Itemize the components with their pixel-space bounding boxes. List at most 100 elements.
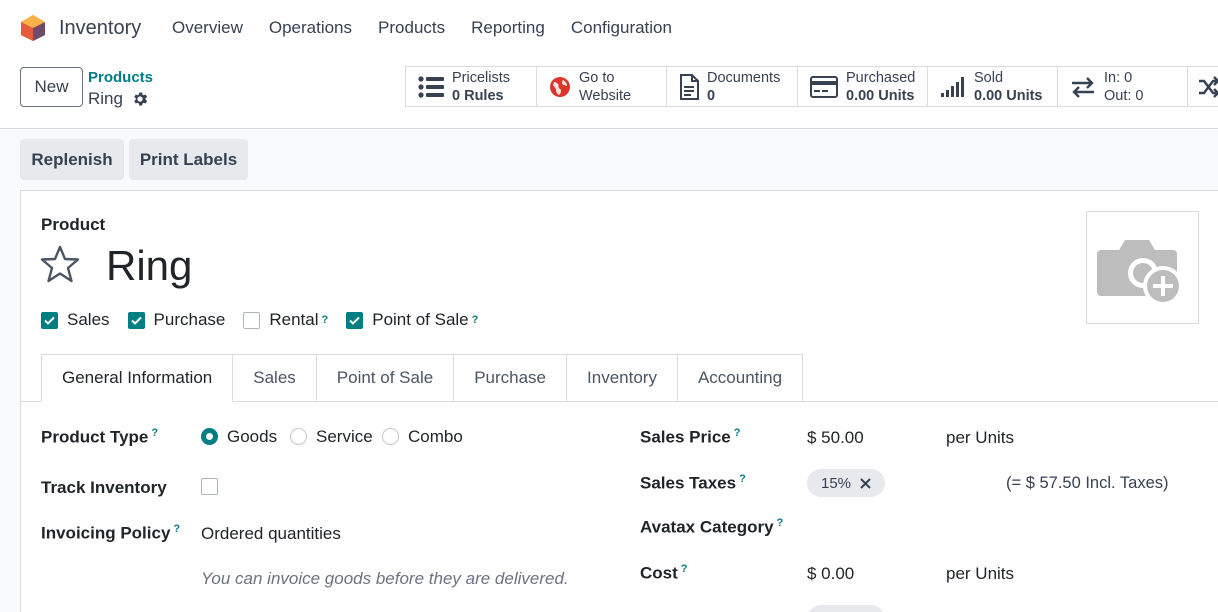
purchase-checkbox[interactable]: Purchase (127, 310, 226, 330)
camera-add-icon (1097, 240, 1183, 306)
sales-taxes-label: Sales Taxes? (640, 473, 746, 494)
tab-purchase[interactable]: Purchase (454, 354, 568, 402)
combo-label: Combo (408, 427, 463, 446)
rental-checkbox[interactable]: Rental ? (243, 310, 328, 330)
in-out-button[interactable]: In: 0 Out: 0 (1058, 67, 1188, 106)
sales-taxes-label-text: Sales Taxes (640, 473, 737, 493)
sales-price-label-text: Sales Price (640, 427, 731, 447)
globe-icon (550, 76, 570, 97)
gear-icon[interactable] (131, 90, 149, 108)
sold-button[interactable]: Sold 0.00 Units (928, 67, 1058, 106)
help-icon[interactable]: ? (173, 523, 180, 535)
routes-button[interactable] (1188, 67, 1218, 106)
form-tabs: General Information Sales Point of Sale … (41, 354, 804, 402)
shuffle-icon (1199, 75, 1218, 98)
help-icon[interactable]: ? (322, 314, 329, 326)
in-label: In: 0 (1104, 69, 1133, 86)
tab-inventory[interactable]: Inventory (567, 354, 678, 402)
tax-tag[interactable]: 15% (807, 469, 886, 497)
product-header-label: Product (41, 215, 106, 234)
sales-checkbox[interactable]: Sales (41, 310, 110, 330)
menu-overview[interactable]: Overview (172, 18, 243, 38)
cost-unit: per Units (946, 564, 1015, 583)
check-icon (41, 311, 58, 329)
pos-checkbox[interactable]: Point of Sale ? (346, 310, 478, 330)
menu-operations[interactable]: Operations (269, 18, 352, 38)
documents-button[interactable]: Documents 0 (667, 67, 798, 106)
close-icon[interactable] (860, 477, 871, 489)
cost-label: Cost? (640, 563, 688, 584)
purchased-label: Purchased (846, 69, 916, 86)
invoicing-policy-label-text: Invoicing Policy (41, 523, 171, 543)
help-icon[interactable]: ? (734, 427, 741, 439)
product-name[interactable]: Ring (106, 242, 192, 290)
product-type-service[interactable]: Service (290, 427, 373, 447)
website-value: Website (579, 87, 632, 104)
pricelists-value: 0 Rules (452, 87, 504, 104)
tab-sales[interactable]: Sales (233, 354, 317, 402)
purchased-button[interactable]: Purchased 0.00 Units (798, 67, 928, 106)
track-inventory-label: Track Inventory (41, 478, 167, 497)
product-type-combo[interactable]: Combo (382, 427, 463, 447)
help-icon[interactable]: ? (151, 427, 158, 439)
product-flags: Sales Purchase Rental ? Point of Sale ? (41, 310, 496, 330)
help-icon[interactable]: ? (739, 473, 746, 485)
new-button[interactable]: New (20, 67, 83, 107)
menu-reporting[interactable]: Reporting (471, 18, 545, 38)
check-icon (127, 311, 145, 329)
menu-configuration[interactable]: Configuration (571, 18, 672, 38)
sold-label: Sold (974, 69, 1004, 86)
smart-buttons: Pricelists 0 Rules Go to Website Documen… (405, 66, 1218, 107)
check-icon (346, 311, 364, 329)
pricelists-button[interactable]: Pricelists 0 Rules (406, 67, 537, 106)
avatax-category-label: Avatax Category? (640, 517, 783, 538)
tab-point-of-sale[interactable]: Point of Sale (316, 354, 455, 402)
tax-tag-label: 15% (821, 474, 852, 492)
breadcrumb-products[interactable]: Products (88, 69, 153, 86)
print-labels-button[interactable]: Print Labels (129, 139, 248, 180)
sales-price-value[interactable]: $ 50.00 (807, 428, 864, 448)
exchange-icon (1072, 76, 1094, 98)
document-icon (680, 73, 699, 100)
cost-label-text: Cost (640, 563, 678, 583)
breadcrumb-current-label: Ring (88, 89, 123, 108)
cost-value[interactable]: $ 0.00 (807, 564, 854, 584)
tab-accounting[interactable]: Accounting (677, 354, 804, 402)
invoicing-policy-hint: You can invoice goods before they are de… (201, 569, 569, 588)
invoicing-policy-value[interactable]: Ordered quantities (201, 524, 341, 544)
menu-products[interactable]: Products (378, 18, 445, 38)
purchase-tax-tag-partial[interactable] (807, 605, 885, 612)
sold-value: 0.00 Units (974, 87, 1043, 104)
product-type-goods[interactable]: Goods (201, 427, 277, 447)
track-inventory-checkbox[interactable] (201, 478, 218, 495)
sales-checkbox-label: Sales (67, 310, 110, 329)
radio-icon (290, 428, 307, 445)
help-icon[interactable]: ? (472, 314, 479, 326)
radio-icon (382, 428, 399, 445)
main-menu: Overview Operations Products Reporting C… (172, 18, 698, 38)
product-type-label-text: Product Type (41, 427, 149, 447)
help-icon[interactable]: ? (681, 563, 688, 575)
credit-card-icon (810, 75, 838, 98)
sales-taxes-included: (= $ 57.50 Incl. Taxes) (1006, 474, 1169, 492)
sales-price-unit: per Units (946, 428, 1015, 447)
app-name[interactable]: Inventory (59, 17, 141, 40)
invoicing-policy-label: Invoicing Policy? (41, 523, 180, 544)
product-form-sheet: Product Ring Sales Purchase Rental ? Poi… (20, 190, 1218, 612)
avatax-category-label-text: Avatax Category (640, 517, 774, 537)
purchase-checkbox-label: Purchase (153, 310, 226, 329)
help-icon[interactable]: ? (777, 517, 784, 529)
radio-selected-icon (201, 428, 218, 445)
empty-checkbox-icon (243, 311, 261, 329)
website-label: Go to (579, 69, 615, 86)
product-image-upload[interactable] (1086, 211, 1199, 324)
go-to-website-button[interactable]: Go to Website (537, 67, 667, 106)
tab-general-information[interactable]: General Information (41, 354, 234, 402)
product-type-label: Product Type? (41, 427, 158, 448)
purchased-value: 0.00 Units (846, 87, 915, 104)
replenish-button[interactable]: Replenish (20, 139, 124, 180)
list-icon (418, 75, 444, 98)
inventory-app-icon[interactable] (19, 14, 47, 42)
star-icon[interactable] (40, 244, 80, 284)
control-panel: New Products Ring Pricelists 0 Rules Go … (0, 56, 1218, 129)
